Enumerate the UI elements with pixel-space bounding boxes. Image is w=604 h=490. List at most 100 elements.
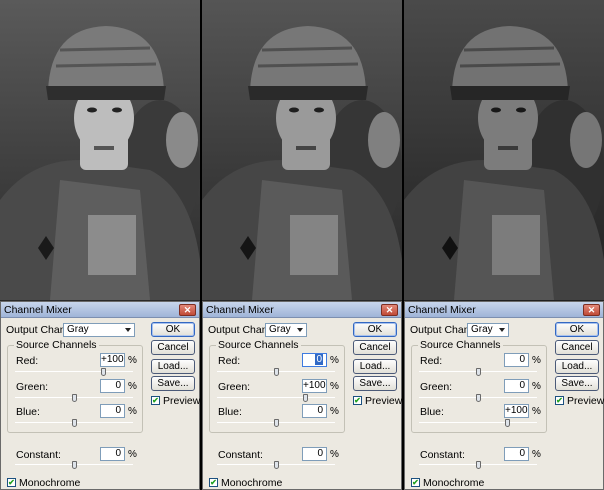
constant-value-field[interactable]: 0 — [302, 447, 327, 461]
red-value: 0 — [519, 354, 525, 365]
green-value-field[interactable]: 0 — [504, 379, 529, 393]
constant-value-field[interactable]: 0 — [100, 447, 125, 461]
title-bar[interactable]: Channel Mixer ✕ — [1, 302, 199, 318]
title-bar[interactable]: Channel Mixer ✕ — [405, 302, 603, 318]
output-channel-select[interactable]: Gray — [467, 323, 509, 337]
preview-label: Preview — [365, 395, 402, 407]
dialog-title: Channel Mixer — [408, 304, 476, 316]
source-channels-label: Source Channels — [216, 339, 301, 351]
cancel-button[interactable]: Cancel — [353, 340, 397, 355]
red-value-field[interactable]: 0 — [302, 353, 327, 367]
red-value-field[interactable]: +100 — [100, 353, 125, 367]
dialog-title: Channel Mixer — [206, 304, 274, 316]
monochrome-checkbox[interactable]: ✔ — [209, 478, 218, 487]
constant-label: Constant: — [16, 449, 61, 461]
monochrome-label: Monochrome — [423, 477, 485, 489]
constant-slider-thumb[interactable] — [476, 461, 481, 469]
red-percent-sign: % — [330, 355, 339, 366]
red-slider-thumb[interactable] — [101, 368, 106, 376]
constant-value-field[interactable]: 0 — [504, 447, 529, 461]
blue-value: 0 — [115, 405, 121, 416]
green-value-field[interactable]: +100 — [302, 379, 327, 393]
blue-slider-track[interactable] — [419, 422, 537, 423]
constant-label: Constant: — [218, 449, 263, 461]
constant-slider-thumb[interactable] — [274, 461, 279, 469]
channel-mixer-dialog: Channel Mixer ✕ Output Channel: Gray Sou… — [404, 301, 604, 490]
title-bar[interactable]: Channel Mixer ✕ — [203, 302, 401, 318]
save-button[interactable]: Save... — [151, 376, 195, 391]
preview-checkbox[interactable]: ✔ — [151, 396, 160, 405]
red-slider-thumb[interactable] — [274, 368, 279, 376]
green-percent-sign: % — [128, 381, 137, 392]
red-slider-thumb[interactable] — [476, 368, 481, 376]
green-label: Green: — [420, 381, 453, 393]
red-label: Red: — [218, 355, 241, 367]
green-label: Green: — [218, 381, 251, 393]
close-icon[interactable]: ✕ — [381, 304, 398, 316]
output-channel-value: Gray — [471, 324, 493, 335]
blue-slider-thumb[interactable] — [505, 419, 510, 427]
checkmark-icon: ✔ — [210, 478, 217, 487]
save-button[interactable]: Save... — [353, 376, 397, 391]
blue-percent-sign: % — [330, 406, 339, 417]
blue-value-field[interactable]: +100 — [504, 404, 529, 418]
blue-slider-thumb[interactable] — [274, 419, 279, 427]
cancel-button[interactable]: Cancel — [151, 340, 195, 355]
output-channel-select[interactable]: Gray — [265, 323, 307, 337]
green-value: 0 — [519, 380, 525, 391]
load-button[interactable]: Load... — [151, 359, 195, 374]
ok-button[interactable]: OK — [555, 322, 599, 337]
red-label: Red: — [16, 355, 39, 367]
blue-percent-sign: % — [532, 406, 541, 417]
constant-percent-sign: % — [128, 449, 137, 460]
chevron-down-icon — [499, 328, 505, 332]
green-label: Green: — [16, 381, 49, 393]
close-icon[interactable]: ✕ — [179, 304, 196, 316]
channel-mixer-dialog: Channel Mixer ✕ Output Channel: Gray Sou… — [0, 301, 200, 490]
ok-button[interactable]: OK — [353, 322, 397, 337]
source-channels-label: Source Channels — [418, 339, 503, 351]
green-slider-thumb[interactable] — [303, 394, 308, 402]
output-channel-select[interactable]: Gray — [63, 323, 135, 337]
ok-button[interactable]: OK — [151, 322, 195, 337]
soldier-photo — [0, 0, 200, 301]
red-value: +100 — [101, 354, 124, 365]
output-channel-value: Gray — [67, 324, 89, 335]
green-slider-thumb[interactable] — [476, 394, 481, 402]
dialog-title: Channel Mixer — [4, 304, 72, 316]
checkmark-icon: ✔ — [8, 478, 15, 487]
constant-percent-sign: % — [330, 449, 339, 460]
green-value: 0 — [115, 380, 121, 391]
checkmark-icon: ✔ — [152, 396, 159, 405]
chevron-down-icon — [297, 328, 303, 332]
close-icon[interactable]: ✕ — [583, 304, 600, 316]
blue-value: 0 — [317, 405, 323, 416]
source-channels-label: Source Channels — [14, 339, 99, 351]
blue-slider-thumb[interactable] — [72, 419, 77, 427]
preview-checkbox[interactable]: ✔ — [353, 396, 362, 405]
red-percent-sign: % — [532, 355, 541, 366]
green-slider-track[interactable] — [217, 397, 335, 398]
constant-value: 0 — [519, 448, 525, 459]
save-button[interactable]: Save... — [555, 376, 599, 391]
red-value-field[interactable]: 0 — [504, 353, 529, 367]
load-button[interactable]: Load... — [353, 359, 397, 374]
checkmark-icon: ✔ — [354, 396, 361, 405]
blue-value: +100 — [505, 405, 528, 416]
checkmark-icon: ✔ — [412, 478, 419, 487]
preview-label: Preview — [163, 395, 200, 407]
red-slider-track[interactable] — [15, 371, 133, 372]
preview-checkbox[interactable]: ✔ — [555, 396, 564, 405]
green-slider-thumb[interactable] — [72, 394, 77, 402]
monochrome-checkbox[interactable]: ✔ — [411, 478, 420, 487]
panel-blue: Channel Mixer ✕ Output Channel: Gray Sou… — [404, 0, 604, 490]
blue-value-field[interactable]: 0 — [302, 404, 327, 418]
load-button[interactable]: Load... — [555, 359, 599, 374]
blue-value-field[interactable]: 0 — [100, 404, 125, 418]
cancel-button[interactable]: Cancel — [555, 340, 599, 355]
constant-slider-thumb[interactable] — [72, 461, 77, 469]
green-value-field[interactable]: 0 — [100, 379, 125, 393]
monochrome-checkbox[interactable]: ✔ — [7, 478, 16, 487]
constant-label: Constant: — [420, 449, 465, 461]
output-channel-value: Gray — [269, 324, 291, 335]
